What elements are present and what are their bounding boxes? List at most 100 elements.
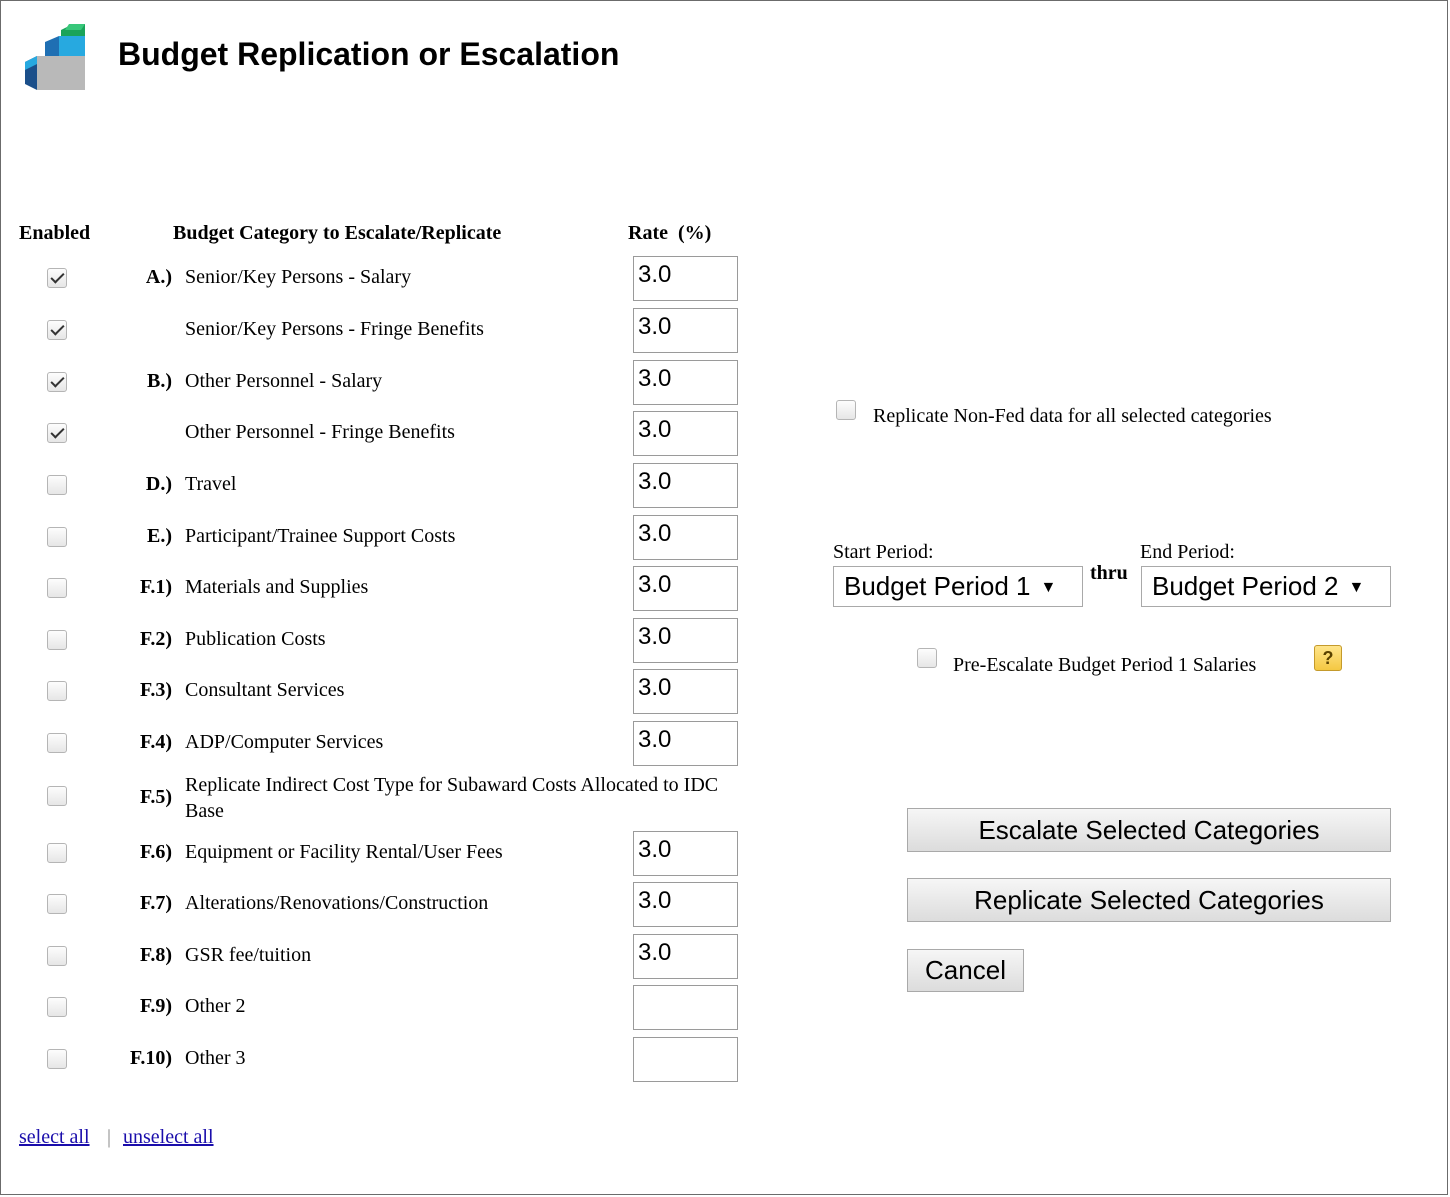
enabled-checkbox[interactable]	[47, 843, 67, 863]
enabled-checkbox[interactable]	[47, 681, 67, 701]
replicate-nonfed-checkbox[interactable]	[836, 400, 856, 420]
pre-escalate-label: Pre-Escalate Budget Period 1 Salaries	[953, 654, 1257, 676]
enabled-checkbox[interactable]	[47, 372, 67, 392]
enabled-checkbox[interactable]	[47, 894, 67, 914]
start-period-value: Budget Period 1	[844, 571, 1031, 601]
category-code: F.7)	[139, 892, 172, 914]
enabled-checkbox[interactable]	[47, 423, 67, 443]
category-label: Publication Costs	[185, 628, 326, 650]
rate-input[interactable]: 3.0	[633, 256, 738, 301]
enabled-checkbox[interactable]	[47, 527, 67, 547]
category-code: D.)	[145, 473, 172, 495]
category-row: F.8) GSR fee/tuition 3.0	[0, 934, 760, 980]
category-label: Other 2	[185, 995, 246, 1017]
rate-input[interactable]	[633, 985, 738, 1030]
enabled-checkbox[interactable]	[47, 786, 67, 806]
category-label: GSR fee/tuition	[185, 944, 312, 966]
enabled-checkbox[interactable]	[47, 733, 67, 753]
category-row: B.) Other Personnel - Salary 3.0	[0, 360, 760, 406]
rate-input[interactable]: 3.0	[633, 882, 738, 927]
thru-label: thru	[1090, 562, 1128, 584]
category-row: F.2) Publication Costs 3.0	[0, 618, 760, 664]
rate-input[interactable]: 3.0	[633, 934, 738, 979]
category-label: Equipment or Facility Rental/User Fees	[185, 841, 503, 863]
category-code: F.10)	[129, 1047, 172, 1069]
end-period-label: End Period:	[1140, 541, 1235, 563]
rate-input[interactable]: 3.0	[633, 411, 738, 456]
rate-input[interactable]: 3.0	[633, 463, 738, 508]
start-period-select[interactable]: Budget Period 1 ▼	[833, 566, 1083, 607]
pre-escalate-checkbox[interactable]	[917, 648, 937, 668]
category-row: F.4) ADP/Computer Services 3.0	[0, 721, 760, 767]
category-code: F.9)	[139, 995, 172, 1017]
category-label: ADP/Computer Services	[185, 731, 384, 753]
end-period-value: Budget Period 2	[1152, 571, 1339, 601]
enabled-checkbox[interactable]	[47, 268, 67, 288]
escalate-button[interactable]: Escalate Selected Categories	[907, 808, 1391, 852]
enabled-checkbox[interactable]	[47, 630, 67, 650]
category-row: A.) Senior/Key Persons - Salary 3.0	[0, 256, 760, 302]
end-period-select[interactable]: Budget Period 2 ▼	[1141, 566, 1391, 607]
header-rate: Rate (%)	[628, 222, 712, 244]
enabled-checkbox[interactable]	[47, 475, 67, 495]
category-row: Other Personnel - Fringe Benefits 3.0	[0, 411, 760, 457]
category-label: Participant/Trainee Support Costs	[185, 525, 456, 547]
category-code: B.)	[147, 370, 172, 392]
enabled-checkbox[interactable]	[47, 997, 67, 1017]
rate-input[interactable]: 3.0	[633, 515, 738, 560]
category-row: D.) Travel 3.0	[0, 463, 760, 509]
category-code: F.1)	[139, 576, 172, 598]
category-row: F.9) Other 2	[0, 985, 760, 1031]
category-row: F.10) Other 3	[0, 1037, 760, 1083]
replicate-nonfed-label: Replicate Non-Fed data for all selected …	[873, 405, 1272, 427]
category-label: Travel	[185, 473, 237, 495]
category-label: Other 3	[185, 1047, 246, 1069]
category-label: Other Personnel - Salary	[185, 370, 383, 392]
category-label: Replicate Indirect Cost Type for Subawar…	[185, 774, 719, 822]
rate-input[interactable]: 3.0	[633, 669, 738, 714]
replicate-button[interactable]: Replicate Selected Categories	[907, 878, 1391, 922]
category-label: Alterations/Renovations/Construction	[185, 892, 489, 914]
rate-input[interactable]: 3.0	[633, 308, 738, 353]
unselect-all-link[interactable]: unselect all	[123, 1126, 214, 1149]
category-row: E.) Participant/Trainee Support Costs 3.0	[0, 515, 760, 561]
category-row: F.6) Equipment or Facility Rental/User Fe…	[0, 831, 760, 877]
category-label: Senior/Key Persons - Fringe Benefits	[185, 318, 484, 340]
start-period-label: Start Period:	[833, 541, 934, 563]
rate-input[interactable]: 3.0	[633, 721, 738, 766]
category-label: Materials and Supplies	[185, 576, 369, 598]
category-code: F.3)	[139, 679, 172, 701]
category-row: F.7) Alterations/Renovations/Construction…	[0, 882, 760, 928]
rate-input[interactable]: 3.0	[633, 618, 738, 663]
category-code: F.2)	[139, 628, 172, 650]
category-code: A.)	[145, 266, 172, 288]
category-code: F.8)	[139, 944, 172, 966]
stairs-logo-icon	[25, 24, 85, 90]
category-row: Senior/Key Persons - Fringe Benefits 3.0	[0, 308, 760, 354]
category-row: F.5) Replicate Indirect Cost Type for Sub…	[0, 772, 760, 822]
enabled-checkbox[interactable]	[47, 1049, 67, 1069]
header-category: Budget Category to Escalate/Replicate	[173, 222, 502, 244]
enabled-checkbox[interactable]	[47, 578, 67, 598]
chevron-down-icon: ▼	[1348, 579, 1365, 597]
rate-input[interactable]: 3.0	[633, 566, 738, 611]
category-code: F.6)	[139, 841, 172, 863]
category-label: Senior/Key Persons - Salary	[185, 266, 412, 288]
header-enabled: Enabled	[19, 222, 91, 244]
category-code: F.5)	[139, 786, 172, 808]
enabled-checkbox[interactable]	[47, 946, 67, 966]
cancel-button[interactable]: Cancel	[907, 949, 1024, 992]
rate-input[interactable]: 3.0	[633, 360, 738, 405]
category-row: F.1) Materials and Supplies 3.0	[0, 566, 760, 612]
category-row: F.3) Consultant Services 3.0	[0, 669, 760, 715]
select-all-link[interactable]: select all	[19, 1126, 90, 1149]
rate-input[interactable]	[633, 1037, 738, 1082]
category-label: Other Personnel - Fringe Benefits	[185, 421, 455, 443]
category-code: F.4)	[139, 731, 172, 753]
help-icon[interactable]: ?	[1314, 645, 1342, 671]
enabled-checkbox[interactable]	[47, 320, 67, 340]
category-code: E.)	[147, 525, 172, 547]
page-title: Budget Replication or Escalation	[118, 36, 620, 72]
rate-input[interactable]: 3.0	[633, 831, 738, 876]
category-label: Consultant Services	[185, 679, 345, 701]
